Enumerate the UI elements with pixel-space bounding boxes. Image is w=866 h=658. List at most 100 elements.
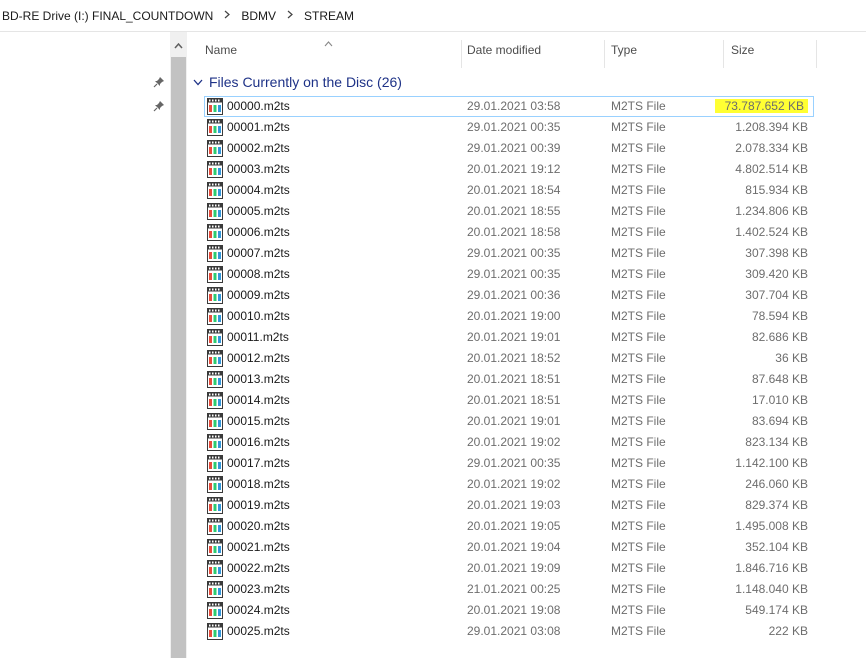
file-date-modified: 20.01.2021 19:02 xyxy=(467,477,561,491)
file-name: 00022.m2ts xyxy=(227,561,290,575)
column-divider[interactable] xyxy=(604,40,605,68)
file-type: M2TS File xyxy=(611,330,666,344)
file-name: 00024.m2ts xyxy=(227,603,290,617)
file-size: 1.148.040 KB xyxy=(735,582,808,596)
file-row[interactable]: 00014.m2ts 20.01.2021 18:51 M2TS File 17… xyxy=(204,390,814,411)
file-name: 00007.m2ts xyxy=(227,246,290,260)
m2ts-file-icon xyxy=(207,497,223,514)
m2ts-file-icon xyxy=(207,602,223,619)
scroll-up-icon[interactable] xyxy=(170,36,187,56)
chevron-right-icon[interactable] xyxy=(287,10,293,22)
file-row[interactable]: 00017.m2ts 29.01.2021 00:35 M2TS File 1.… xyxy=(204,453,814,474)
pin-icon[interactable] xyxy=(153,100,165,112)
file-date-modified: 29.01.2021 00:35 xyxy=(467,120,561,134)
m2ts-file-icon xyxy=(207,392,223,409)
m2ts-file-icon xyxy=(207,98,223,115)
file-date-modified: 29.01.2021 00:39 xyxy=(467,141,561,155)
file-size: 1.846.716 KB xyxy=(735,561,808,575)
m2ts-file-icon xyxy=(207,308,223,325)
group-header[interactable]: Files Currently on the Disc (26) xyxy=(193,72,402,92)
file-name: 00010.m2ts xyxy=(227,309,290,323)
file-type: M2TS File xyxy=(611,141,666,155)
file-row[interactable]: 00005.m2ts 20.01.2021 18:55 M2TS File 1.… xyxy=(204,201,814,222)
file-row[interactable]: 00024.m2ts 20.01.2021 19:08 M2TS File 54… xyxy=(204,600,814,621)
m2ts-file-icon xyxy=(207,581,223,598)
file-date-modified: 20.01.2021 19:03 xyxy=(467,498,561,512)
file-type: M2TS File xyxy=(611,351,666,365)
column-divider[interactable] xyxy=(461,40,462,68)
file-row[interactable]: 00021.m2ts 20.01.2021 19:04 M2TS File 35… xyxy=(204,537,814,558)
file-name: 00015.m2ts xyxy=(227,414,290,428)
file-row[interactable]: 00012.m2ts 20.01.2021 18:52 M2TS File 36… xyxy=(204,348,814,369)
m2ts-file-icon xyxy=(207,455,223,472)
file-row[interactable]: 00016.m2ts 20.01.2021 19:02 M2TS File 82… xyxy=(204,432,814,453)
file-date-modified: 20.01.2021 19:05 xyxy=(467,519,561,533)
breadcrumb-bdmv[interactable]: BDMV xyxy=(241,9,276,23)
file-size: 78.594 KB xyxy=(751,309,808,323)
column-header-type[interactable]: Type xyxy=(611,32,637,68)
file-row[interactable]: 00015.m2ts 20.01.2021 19:01 M2TS File 83… xyxy=(204,411,814,432)
file-date-modified: 20.01.2021 18:51 xyxy=(467,372,561,386)
file-date-modified: 20.01.2021 18:52 xyxy=(467,351,561,365)
breadcrumb-stream[interactable]: STREAM xyxy=(304,9,354,23)
file-row[interactable]: 00018.m2ts 20.01.2021 19:02 M2TS File 24… xyxy=(204,474,814,495)
file-type: M2TS File xyxy=(611,204,666,218)
file-name: 00012.m2ts xyxy=(227,351,290,365)
file-type: M2TS File xyxy=(611,183,666,197)
file-row[interactable]: 00025.m2ts 29.01.2021 03:08 M2TS File 22… xyxy=(204,621,814,642)
navigation-pane[interactable] xyxy=(0,32,170,658)
column-divider[interactable] xyxy=(723,40,724,68)
file-row[interactable]: 00000.m2ts 29.01.2021 03:58 M2TS File 73… xyxy=(204,96,814,117)
column-header-name[interactable]: Name xyxy=(205,32,237,68)
file-date-modified: 29.01.2021 00:35 xyxy=(467,456,561,470)
file-type: M2TS File xyxy=(611,414,666,428)
file-row[interactable]: 00011.m2ts 20.01.2021 19:01 M2TS File 82… xyxy=(204,327,814,348)
file-row[interactable]: 00007.m2ts 29.01.2021 00:35 M2TS File 30… xyxy=(204,243,814,264)
column-divider[interactable] xyxy=(816,40,817,68)
address-bar[interactable]: BD-RE Drive (I:) FINAL_COUNTDOWN BDMV ST… xyxy=(0,0,866,32)
file-size: 307.704 KB xyxy=(745,288,808,302)
file-date-modified: 20.01.2021 18:54 xyxy=(467,183,561,197)
m2ts-file-icon xyxy=(207,140,223,157)
file-date-modified: 20.01.2021 19:09 xyxy=(467,561,561,575)
file-size: 1.208.394 KB xyxy=(735,120,808,134)
file-row[interactable]: 00019.m2ts 20.01.2021 19:03 M2TS File 82… xyxy=(204,495,814,516)
file-row[interactable]: 00009.m2ts 29.01.2021 00:36 M2TS File 30… xyxy=(204,285,814,306)
column-header-size[interactable]: Size xyxy=(731,32,754,68)
scrollbar-thumb[interactable] xyxy=(171,57,186,658)
file-row[interactable]: 00002.m2ts 29.01.2021 00:39 M2TS File 2.… xyxy=(204,138,814,159)
file-row[interactable]: 00022.m2ts 20.01.2021 19:09 M2TS File 1.… xyxy=(204,558,814,579)
m2ts-file-icon xyxy=(207,413,223,430)
breadcrumb-drive[interactable]: BD-RE Drive (I:) FINAL_COUNTDOWN xyxy=(2,9,213,23)
file-type: M2TS File xyxy=(611,267,666,281)
file-type: M2TS File xyxy=(611,603,666,617)
file-type: M2TS File xyxy=(611,99,666,113)
group-title: Files Currently on the Disc (26) xyxy=(209,74,402,90)
file-name: 00002.m2ts xyxy=(227,141,290,155)
file-row[interactable]: 00020.m2ts 20.01.2021 19:05 M2TS File 1.… xyxy=(204,516,814,537)
m2ts-file-icon xyxy=(207,224,223,241)
file-name: 00011.m2ts xyxy=(227,330,289,344)
file-name: 00019.m2ts xyxy=(227,498,290,512)
file-size: 549.174 KB xyxy=(745,603,808,617)
chevron-down-icon[interactable] xyxy=(193,79,203,86)
file-row[interactable]: 00006.m2ts 20.01.2021 18:58 M2TS File 1.… xyxy=(204,222,814,243)
file-row[interactable]: 00010.m2ts 20.01.2021 19:00 M2TS File 78… xyxy=(204,306,814,327)
chevron-right-icon[interactable] xyxy=(224,10,231,22)
file-list: 00000.m2ts 29.01.2021 03:58 M2TS File 73… xyxy=(204,96,814,642)
file-type: M2TS File xyxy=(611,498,666,512)
file-row[interactable]: 00023.m2ts 21.01.2021 00:25 M2TS File 1.… xyxy=(204,579,814,600)
pin-icon[interactable] xyxy=(153,76,165,88)
m2ts-file-icon xyxy=(207,287,223,304)
file-row[interactable]: 00008.m2ts 29.01.2021 00:35 M2TS File 30… xyxy=(204,264,814,285)
file-size: 83.694 KB xyxy=(751,414,808,428)
file-row[interactable]: 00013.m2ts 20.01.2021 18:51 M2TS File 87… xyxy=(204,369,814,390)
file-row[interactable]: 00003.m2ts 20.01.2021 19:12 M2TS File 4.… xyxy=(204,159,814,180)
m2ts-file-icon xyxy=(207,350,223,367)
file-size: 222 KB xyxy=(768,624,808,638)
file-row[interactable]: 00001.m2ts 29.01.2021 00:35 M2TS File 1.… xyxy=(204,117,814,138)
file-name: 00008.m2ts xyxy=(227,267,290,281)
file-name: 00017.m2ts xyxy=(227,456,290,470)
file-row[interactable]: 00004.m2ts 20.01.2021 18:54 M2TS File 81… xyxy=(204,180,814,201)
column-header-date[interactable]: Date modified xyxy=(467,32,541,68)
